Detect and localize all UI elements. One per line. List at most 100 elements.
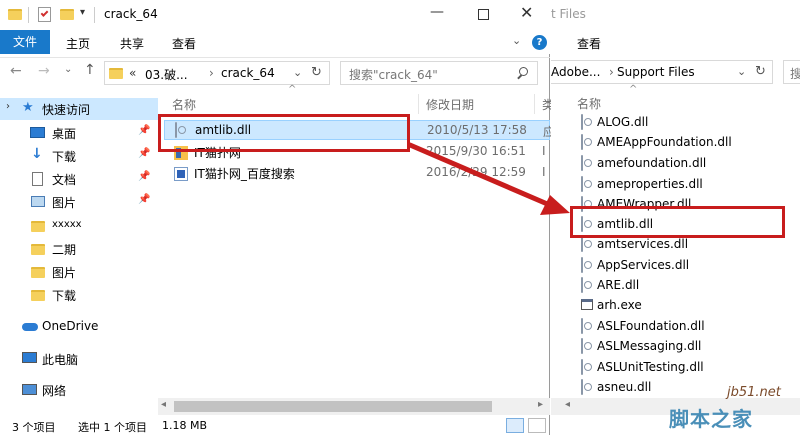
- breadcrumb-overflow[interactable]: «: [129, 66, 136, 80]
- quick-access-dropdown-icon[interactable]: ▾: [80, 7, 85, 18]
- search-box[interactable]: 搜: [783, 60, 800, 84]
- download-arrow-icon: ↓: [31, 146, 43, 162]
- scrollbar-thumb[interactable]: [174, 401, 492, 412]
- highlight-box-source: [158, 114, 410, 152]
- column-header-date[interactable]: 修改日期: [426, 96, 474, 113]
- address-bar[interactable]: « 03.破... › crack_64 ⌄ ↻: [104, 61, 330, 85]
- address-dropdown-icon[interactable]: ⌄: [737, 65, 746, 78]
- file-name: amefoundation.dll: [597, 156, 707, 170]
- minimize-button[interactable]: —: [430, 4, 444, 20]
- properties-icon[interactable]: [38, 7, 51, 22]
- help-icon[interactable]: ?: [532, 35, 547, 50]
- star-icon: ★: [22, 100, 34, 115]
- search-box[interactable]: 搜索"crack_64": [340, 61, 538, 85]
- title-bar: ▾ crack_64 — ✕: [0, 0, 550, 30]
- sort-indicator-icon: ^: [629, 84, 638, 95]
- nav-item-pictures[interactable]: 图片 📌: [0, 191, 158, 213]
- back-arrow-icon[interactable]: ←: [10, 63, 22, 79]
- file-row[interactable]: ASLFoundation.dll: [581, 316, 781, 336]
- nav-quick-access[interactable]: › ★ 快速访问: [0, 98, 158, 120]
- file-row[interactable]: ARE.dll: [581, 275, 781, 295]
- scroll-right-icon[interactable]: ▸: [538, 399, 543, 410]
- file-row[interactable]: ASLUnitTesting.dll: [581, 357, 781, 377]
- file-row[interactable]: ASLMessaging.dll: [581, 336, 781, 356]
- nav-item-folder[interactable]: 二期: [0, 238, 158, 260]
- nav-label: 二期: [52, 243, 77, 257]
- details-view-icon[interactable]: [506, 418, 524, 433]
- breadcrumb-item[interactable]: 03.破...: [145, 66, 188, 83]
- breadcrumb-item[interactable]: crack_64: [221, 66, 275, 80]
- pin-icon[interactable]: 📌: [138, 125, 150, 136]
- nav-onedrive[interactable]: OneDrive: [0, 316, 158, 338]
- file-row[interactable]: AMEAppFoundation.dll: [581, 132, 781, 152]
- nav-network[interactable]: 网络: [0, 379, 158, 401]
- scroll-left-icon[interactable]: ◂: [565, 399, 570, 410]
- watermark-name: 脚本之家: [669, 407, 753, 431]
- dll-file-icon: [581, 277, 583, 293]
- search-input[interactable]: 搜索"crack_64": [349, 66, 438, 83]
- address-dropdown-icon[interactable]: ⌄: [293, 66, 302, 79]
- column-header-name[interactable]: 名称: [172, 96, 196, 113]
- folder-icon: [31, 221, 45, 232]
- horizontal-scrollbar[interactable]: ◂ ▸: [158, 398, 550, 415]
- search-icon-handle: [517, 74, 522, 80]
- file-row[interactable]: arh.exe: [581, 295, 781, 315]
- nav-item-documents[interactable]: 文档 📌: [0, 168, 158, 190]
- pin-icon[interactable]: 📌: [138, 194, 150, 205]
- column-header-name[interactable]: 名称: [577, 95, 601, 112]
- breadcrumb-separator: ›: [209, 66, 214, 80]
- dll-file-icon: [581, 236, 583, 252]
- nav-label: 下载: [52, 150, 77, 164]
- file-row[interactable]: amefoundation.dll: [581, 153, 781, 173]
- pin-icon[interactable]: 📌: [138, 148, 150, 159]
- search-input[interactable]: 搜: [790, 65, 800, 82]
- file-row[interactable]: IT猫扑网_百度搜索 2016/2/29 12:59 I: [164, 163, 550, 183]
- maximize-button[interactable]: [478, 9, 489, 20]
- dll-file-icon: [581, 359, 583, 375]
- refresh-icon[interactable]: ↻: [755, 64, 766, 79]
- file-name: ARE.dll: [597, 278, 640, 292]
- close-button[interactable]: ✕: [520, 3, 533, 22]
- internet-shortcut-icon: [174, 166, 188, 181]
- address-row: ← → ⌄ ↑ « 03.破... › crack_64 ⌄ ↻ 搜索"crac…: [0, 57, 550, 87]
- tab-view[interactable]: 查看: [172, 35, 196, 52]
- expand-icon[interactable]: ›: [6, 101, 10, 112]
- folder-icon: [31, 267, 45, 278]
- new-folder-icon[interactable]: [60, 9, 74, 20]
- file-name: IT猫扑网_百度搜索: [194, 167, 295, 181]
- navigation-pane: › ★ 快速访问 桌面 📌 ↓ 下载 📌 文档 📌 图片 📌 xxxxx 二期 …: [0, 90, 158, 410]
- nav-this-pc[interactable]: 此电脑: [0, 348, 158, 370]
- dll-file-icon: [581, 134, 583, 150]
- pictures-icon: [31, 196, 45, 207]
- file-row[interactable]: AppServices.dll: [581, 255, 781, 275]
- file-row[interactable]: ALOG.dll: [581, 112, 781, 132]
- address-bar[interactable]: Adobe... › Support Files ⌄ ↻: [551, 60, 773, 84]
- column-divider[interactable]: [418, 94, 419, 114]
- status-item-count: 3 个项目: [12, 421, 56, 434]
- nav-item-downloads[interactable]: ↓ 下载 📌: [0, 145, 158, 167]
- pin-icon[interactable]: 📌: [138, 171, 150, 182]
- up-arrow-icon[interactable]: ↑: [84, 62, 96, 78]
- nav-item-folder[interactable]: 下载: [0, 284, 158, 306]
- column-divider[interactable]: [534, 94, 535, 114]
- nav-label: 网络: [42, 384, 67, 398]
- ribbon-expand-icon[interactable]: ⌄: [512, 34, 521, 47]
- refresh-icon[interactable]: ↻: [311, 65, 322, 80]
- recent-locations-icon[interactable]: ⌄: [64, 64, 72, 75]
- file-name: ASLMessaging.dll: [597, 339, 702, 353]
- breadcrumb-item[interactable]: Support Files: [617, 65, 695, 79]
- nav-item-folder[interactable]: 图片: [0, 261, 158, 283]
- tab-home[interactable]: 主页: [66, 35, 90, 52]
- nav-item-folder[interactable]: xxxxx: [0, 215, 158, 237]
- tab-share[interactable]: 共享: [120, 35, 144, 52]
- breadcrumb-item[interactable]: Adobe...: [551, 65, 600, 79]
- scroll-left-icon[interactable]: ◂: [161, 399, 166, 410]
- network-icon: [22, 384, 37, 395]
- nav-item-desktop[interactable]: 桌面 📌: [0, 122, 158, 144]
- file-row[interactable]: ameproperties.dll: [581, 174, 781, 194]
- tab-file[interactable]: 文件: [0, 30, 50, 54]
- forward-arrow-icon[interactable]: →: [38, 63, 50, 79]
- tab-view[interactable]: 查看: [577, 35, 601, 52]
- large-icons-view-icon[interactable]: [528, 418, 546, 433]
- file-name: asneu.dll: [597, 380, 652, 394]
